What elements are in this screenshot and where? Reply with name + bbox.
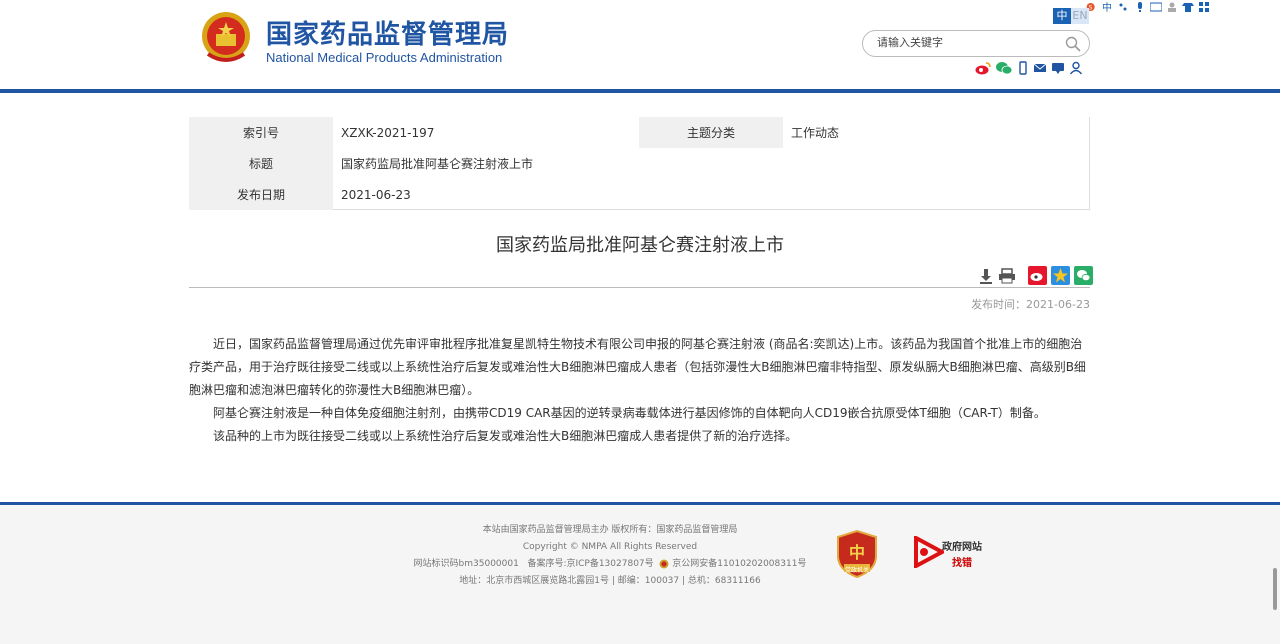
scrollbar-thumb[interactable] [1273, 568, 1277, 610]
site-title-cn[interactable]: 国家药品监督管理局 [266, 14, 509, 51]
meta-label: 发布日期 [189, 179, 333, 210]
site-id: 网站标识码bm35000001 [413, 559, 519, 569]
national-emblem-icon [202, 12, 250, 62]
footer-info: 本站由国家药品监督管理局主办 版权所有：国家药品监督管理局 Copyright … [400, 522, 820, 590]
search-box [862, 30, 1090, 57]
meta-row: 发布日期 2021-06-23 [189, 179, 1090, 210]
accessibility-toolbar: S 中 [1086, 0, 1256, 14]
site-header: 国家药品监督管理局 National Medical Products Admi… [0, 0, 1280, 92]
article-title: 国家药监局批准阿基仑赛注射液上市 [496, 235, 784, 256]
error-report-icon [914, 534, 947, 570]
site-title-en[interactable]: National Medical Products Administration [266, 50, 502, 65]
publish-time: 发布时间：2021-06-23 [971, 298, 1090, 311]
mobile-icon[interactable] [1017, 61, 1029, 75]
punctuation-icon[interactable] [1118, 2, 1130, 12]
share-weibo-icon[interactable] [1028, 266, 1047, 285]
header-social-links [975, 61, 1083, 75]
microphone-icon[interactable] [1134, 2, 1146, 12]
footer-copyright: Copyright © NMPA All Rights Reserved [522, 542, 698, 552]
icp-link[interactable]: 备案序号:京ICP备13027807号 [527, 559, 653, 569]
article-divider [189, 287, 1090, 288]
article-paragraph: 该品种的上市为既往接受二线或以上系统性治疗后复发或难治性大B细胞淋巴瘤成人患者提… [213, 429, 798, 443]
weibo-icon[interactable] [975, 61, 991, 75]
meta-label: 标题 [189, 148, 333, 179]
police-record-link[interactable]: 京公网安备11010202008311号 [672, 559, 806, 569]
search-input[interactable] [877, 36, 1057, 49]
article-paragraph: 近日，国家药品监督管理局通过优先审评审批程序批准复星凯特生物技术有限公司申报的阿… [189, 337, 1086, 397]
wechat-icon[interactable] [995, 61, 1013, 75]
share-wechat-icon[interactable] [1074, 266, 1093, 285]
footer-address: 地址：北京市西城区展览路北露园1号 | 邮编：100037 | 总机：68311… [459, 576, 761, 586]
gov-site-error-report[interactable]: 政府网站 找错 [914, 534, 982, 572]
meta-value: 工作动态 [791, 126, 840, 140]
meta-value: XZXK-2021-197 [341, 125, 435, 140]
article-body: 近日，国家药品监督管理局通过优先审评审批程序批准复星凯特生物技术有限公司申报的阿… [189, 333, 1090, 448]
chinese-input-icon[interactable]: 中 [1102, 2, 1114, 12]
error-report-title: 政府网站 [942, 542, 982, 553]
meta-row: 索引号 XZXK-2021-197 主题分类 工作动态 [189, 117, 1090, 148]
message-icon[interactable] [1051, 61, 1065, 75]
download-icon[interactable] [978, 268, 994, 284]
lang-cn-button[interactable]: 中 [1053, 8, 1071, 24]
party-gov-badge-label: 党政机关 [845, 567, 870, 574]
search-icon[interactable] [1065, 36, 1081, 52]
svg-text:中: 中 [849, 543, 865, 562]
mail-icon[interactable] [1033, 61, 1047, 75]
lang-en-button[interactable]: EN [1071, 8, 1089, 24]
article-tools [978, 266, 1093, 285]
share-qzone-icon[interactable] [1051, 266, 1070, 285]
svg-text:中: 中 [1102, 2, 1112, 12]
footer-registration: 网站标识码bm35000001 备案序号:京ICP备13027807号 京公网安… [400, 556, 820, 573]
meta-label: 索引号 [189, 117, 333, 148]
footer-sponsor: 本站由国家药品监督管理局主办 版权所有：国家药品监督管理局 [482, 525, 738, 535]
article-meta-table: 索引号 XZXK-2021-197 主题分类 工作动态 标题 国家药监局批准阿基… [189, 117, 1090, 210]
grid-icon[interactable] [1198, 2, 1210, 12]
print-icon[interactable] [998, 267, 1016, 284]
meta-label: 主题分类 [639, 117, 783, 148]
keyboard-icon[interactable] [1150, 2, 1162, 12]
article-paragraph: 阿基仑赛注射液是一种自体免疫细胞注射剂，由携带CD19 CAR基因的逆转录病毒载… [213, 406, 1046, 420]
header-divider [0, 89, 1280, 93]
meta-row: 标题 国家药监局批准阿基仑赛注射液上市 [189, 148, 1090, 179]
user-icon[interactable] [1166, 2, 1178, 12]
meta-value: 国家药监局批准阿基仑赛注射液上市 [341, 157, 534, 171]
svg-text:S: S [1089, 5, 1093, 12]
shirt-icon[interactable] [1182, 2, 1194, 12]
police-badge-icon [659, 559, 669, 568]
party-gov-badge[interactable]: 中 [836, 529, 878, 582]
account-icon[interactable] [1069, 61, 1083, 75]
meta-value: 2021-06-23 [341, 187, 411, 202]
language-switch: 中 EN [1053, 8, 1089, 24]
error-report-label: 找错 [952, 558, 972, 569]
